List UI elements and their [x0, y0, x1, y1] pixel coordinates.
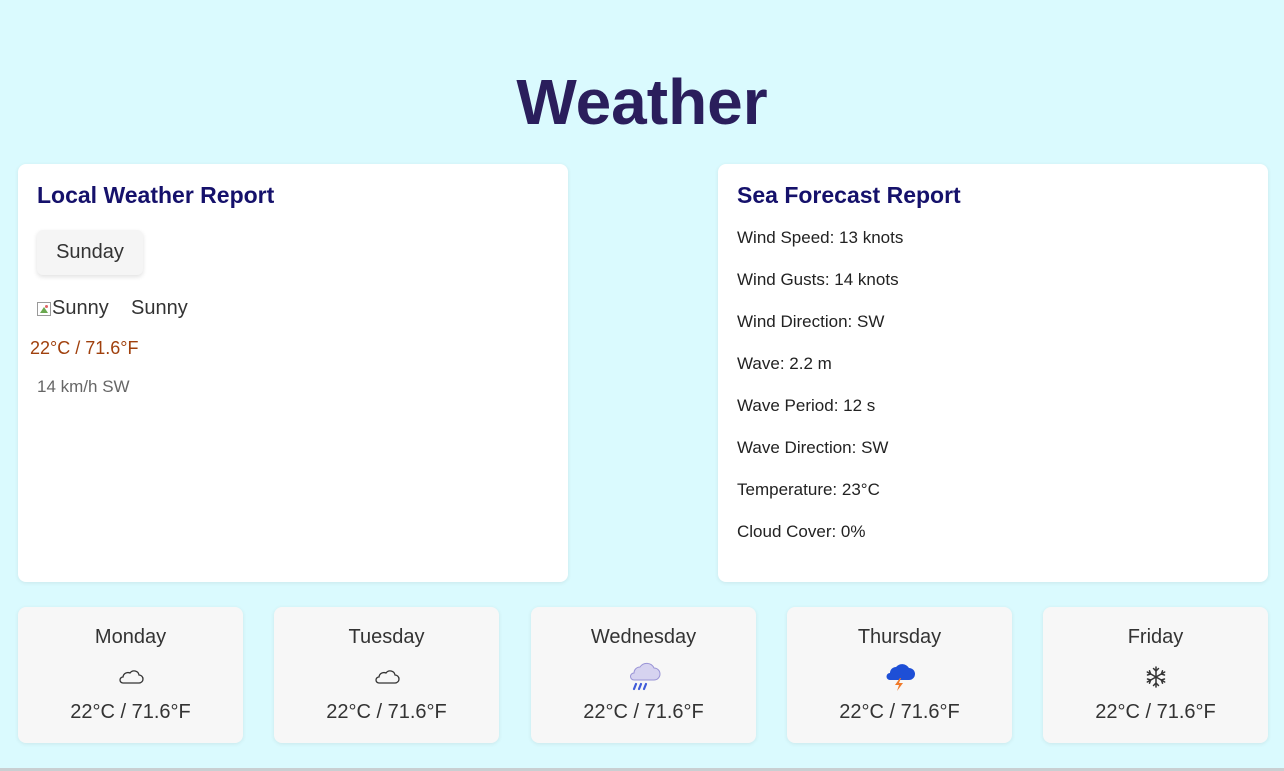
- local-weather-title: Local Weather Report: [37, 182, 275, 208]
- forecast-temperature: 22°C / 71.6°F: [839, 701, 960, 723]
- sea-item-cloud-cover: Cloud Cover: 0%: [737, 522, 866, 541]
- snowflake-icon: [1043, 661, 1268, 693]
- forecast-day: Wednesday: [590, 626, 697, 648]
- sea-item-wave-direction: Wave Direction: SW: [737, 438, 889, 457]
- rain-cloud-icon: [531, 661, 756, 693]
- page-title: Weather: [516, 66, 768, 138]
- sea-item-wave: Wave: 2.2 m: [737, 354, 832, 373]
- local-temperature: 22°C / 71.6°F: [30, 338, 139, 358]
- local-wind: 14 km/h SW: [37, 377, 130, 396]
- day-selector-button[interactable]: Sunday: [37, 230, 143, 275]
- condition-label: Sunny: [131, 297, 188, 319]
- sea-item-wind-gusts: Wind Gusts: 14 knots: [737, 270, 899, 289]
- cloud-outline-icon: [18, 661, 243, 693]
- forecast-temperature: 22°C / 71.6°F: [70, 701, 191, 723]
- forecast-card-tuesday[interactable]: Tuesday 22°C / 71.6°F: [274, 607, 499, 743]
- image-alt-text: Sunny: [52, 297, 109, 319]
- sea-forecast-list: Wind Speed: 13 knots Wind Gusts: 14 knot…: [737, 228, 903, 564]
- forecast-card-monday[interactable]: Monday 22°C / 71.6°F: [18, 607, 243, 743]
- sea-forecast-title: Sea Forecast Report: [737, 182, 961, 208]
- broken-image-icon: [37, 301, 51, 316]
- local-weather-card: Local Weather Report Sunday Sunny Sunny …: [18, 164, 568, 582]
- forecast-card-wednesday[interactable]: Wednesday 22°C / 71.6°F: [531, 607, 756, 743]
- forecast-day: Friday: [1127, 626, 1184, 648]
- forecast-day: Tuesday: [348, 626, 425, 648]
- sea-item-temperature: Temperature: 23°C: [737, 480, 880, 499]
- forecast-temperature: 22°C / 71.6°F: [583, 701, 704, 723]
- forecast-temperature: 22°C / 71.6°F: [326, 701, 447, 723]
- weather-page: Weather Local Weather Report Sunday Sunn…: [0, 0, 1284, 771]
- sea-item-wave-period: Wave Period: 12 s: [737, 396, 876, 415]
- sea-item-wind-direction: Wind Direction: SW: [737, 312, 885, 331]
- sea-item-wind-speed: Wind Speed: 13 knots: [737, 228, 904, 247]
- forecast-card-friday[interactable]: Friday 22°C / 71.6°F: [1043, 607, 1268, 743]
- forecast-day: Monday: [94, 626, 167, 648]
- forecast-day: Thursday: [857, 626, 942, 648]
- forecast-temperature: 22°C / 71.6°F: [1095, 701, 1216, 723]
- cloud-outline-icon: [274, 661, 499, 693]
- thunderstorm-icon: [787, 661, 1012, 693]
- sea-forecast-card: Sea Forecast Report Wind Speed: 13 knots…: [718, 164, 1268, 582]
- forecast-card-thursday[interactable]: Thursday 22°C / 71.6°F: [787, 607, 1012, 743]
- weather-condition-image: Sunny: [37, 297, 109, 320]
